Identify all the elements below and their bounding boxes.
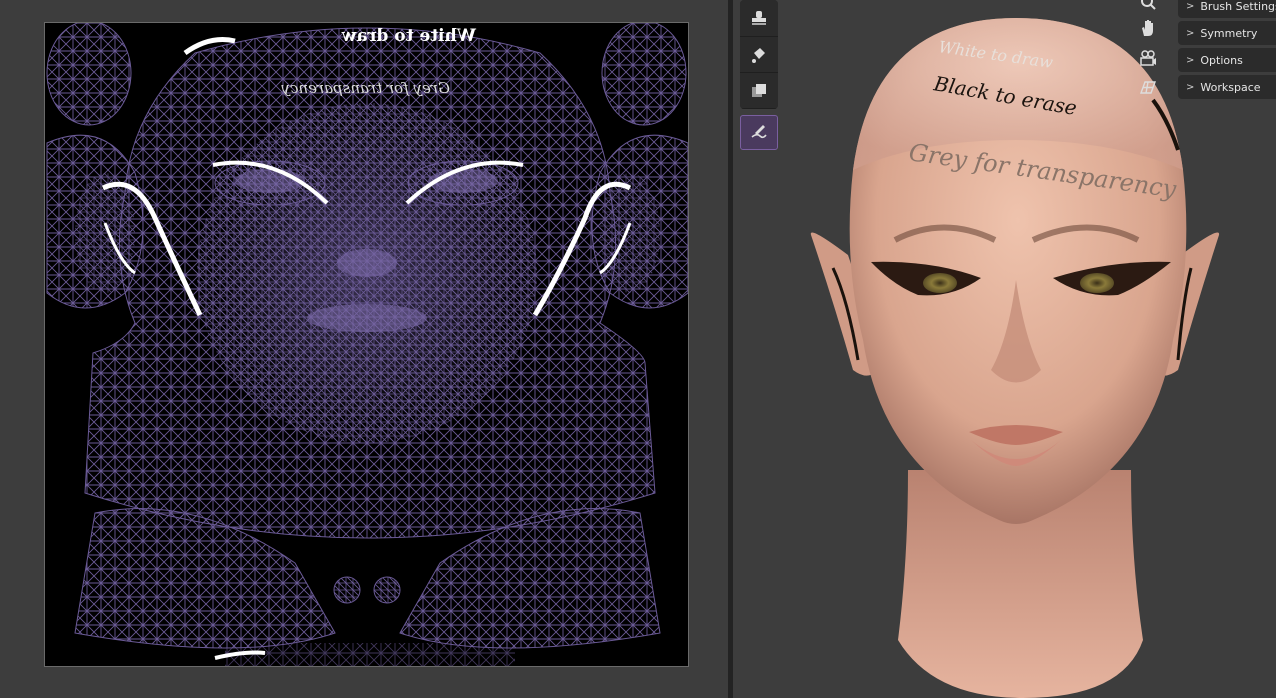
svg-text:White to draw: White to draw: [342, 26, 477, 46]
tab-workspace[interactable]: > Workspace: [1178, 75, 1276, 99]
navigation-gizmo: [1134, 0, 1164, 104]
sidebar-panel-tabs: > Brush Settings > Symmetry > Options > …: [1178, 0, 1276, 102]
annotate-pen-icon: [751, 124, 767, 138]
zoom-icon: [1141, 0, 1156, 10]
chevron-right-icon: >: [1186, 81, 1195, 93]
tool-group: [740, 0, 778, 109]
annotate-tool-button[interactable]: [740, 115, 778, 150]
tab-brush-settings[interactable]: > Brush Settings: [1178, 0, 1276, 18]
uv-mesh-wireframe: White to draw Grey for transparency: [46, 23, 688, 666]
fill-tool-button[interactable]: [740, 37, 778, 73]
clone-stamp-icon: [752, 11, 766, 25]
chevron-right-icon: >: [1186, 0, 1195, 12]
tab-symmetry[interactable]: > Symmetry: [1178, 21, 1276, 45]
uv-editor-area[interactable]: White to draw Grey for transparency: [0, 0, 728, 698]
tab-label: Brush Settings: [1200, 0, 1276, 13]
clone-stamp-tool-button[interactable]: [740, 0, 778, 37]
tab-label: Workspace: [1200, 80, 1261, 94]
hand-pan-icon: [1142, 20, 1153, 36]
mask-tool-button[interactable]: [740, 73, 778, 109]
grid-ortho-icon: [1140, 81, 1156, 94]
pan-button[interactable]: [1134, 14, 1162, 42]
ortho-grid-button[interactable]: [1134, 74, 1162, 102]
3d-viewport[interactable]: White to draw Black to erase Grey for tr…: [733, 0, 1276, 698]
head-model: White to draw Black to erase Grey for tr…: [810, 18, 1220, 698]
tab-label: Symmetry: [1200, 26, 1258, 40]
camera-view-icon: [1140, 50, 1156, 66]
fill-bucket-icon: [752, 47, 765, 63]
tab-label: Options: [1200, 53, 1243, 67]
tool-shelf: [740, 0, 778, 150]
tab-options[interactable]: > Options: [1178, 48, 1276, 72]
mask-icon: [752, 83, 766, 97]
svg-text:Grey for transparency: Grey for transparency: [281, 79, 450, 97]
chevron-right-icon: >: [1186, 54, 1195, 66]
chevron-right-icon: >: [1186, 27, 1195, 39]
uv-texture-canvas[interactable]: White to draw Grey for transparency: [44, 22, 689, 667]
camera-view-button[interactable]: [1134, 44, 1162, 72]
